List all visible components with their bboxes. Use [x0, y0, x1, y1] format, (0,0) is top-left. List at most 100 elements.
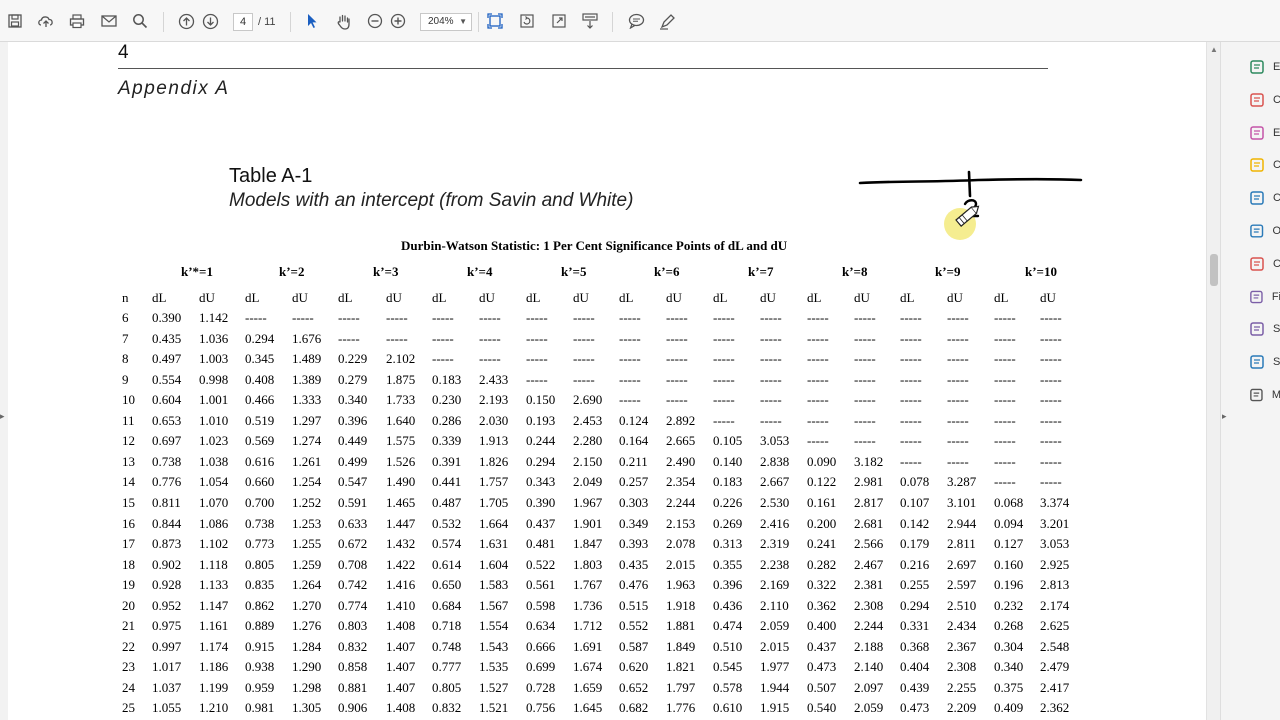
scroll-up-icon[interactable]: ▲ [1210, 45, 1218, 54]
table-cell: 2.981 [854, 474, 884, 490]
select-cursor-icon[interactable] [302, 11, 322, 31]
tool-label: C [1273, 257, 1280, 270]
table-cell: 0.881 [338, 679, 368, 695]
table-cell: 1.010 [199, 412, 229, 428]
tool-item[interactable]: M [1249, 384, 1280, 406]
save-icon[interactable] [5, 11, 25, 31]
tool-item[interactable]: E [1249, 56, 1280, 78]
next-page-icon[interactable] [200, 11, 220, 31]
table-cell: ----- [1040, 371, 1062, 387]
table-cell: 0.269 [713, 515, 743, 531]
tool-item[interactable]: C [1249, 253, 1280, 275]
tool-item[interactable]: O [1249, 220, 1280, 242]
vertical-scrollbar[interactable]: ▲ [1206, 42, 1221, 720]
table-cell: 0.286 [432, 412, 462, 428]
handwritten-annotation [858, 170, 1083, 240]
table-cell: ----- [994, 392, 1016, 408]
table-cell: 2.030 [479, 412, 509, 428]
table-cell: 0.604 [152, 392, 182, 408]
table-cell: ----- [807, 371, 829, 387]
table-cell: 1.797 [666, 679, 696, 695]
column-header: dU [199, 290, 215, 305]
table-cell: 2.319 [760, 536, 790, 552]
table-cell: ----- [1040, 433, 1062, 449]
k-header: k’=9 [935, 264, 961, 279]
send-for-signature-icon [1250, 322, 1264, 337]
table-cell: ----- [1040, 330, 1062, 346]
table-cell: ----- [1040, 453, 1062, 469]
table-cell: ----- [900, 453, 922, 469]
comment-icon[interactable] [626, 11, 646, 31]
table-cell: ----- [947, 392, 969, 408]
scrollbar-thumb[interactable] [1210, 254, 1218, 286]
full-screen-icon[interactable] [549, 11, 569, 31]
table-cell: 0.569 [245, 433, 275, 449]
edit-pdf-icon [1250, 125, 1264, 140]
table-cell: 2.049 [573, 474, 603, 490]
table-cell: 0.507 [807, 679, 837, 695]
table-cell: 2.059 [854, 700, 884, 716]
table-cell: 0.437 [807, 638, 837, 654]
table-cell: ----- [760, 310, 782, 325]
search-icon[interactable] [130, 11, 150, 31]
rotate-page-icon[interactable] [517, 11, 537, 31]
table-cell: 1.253 [292, 515, 322, 531]
zoom-level-select[interactable]: 204% ▼ [420, 13, 472, 31]
fit-page-icon[interactable] [485, 11, 505, 31]
previous-page-icon[interactable] [176, 11, 196, 31]
table-cell: 1.645 [573, 700, 603, 716]
zoom-out-icon[interactable] [365, 11, 385, 31]
table-cell: ----- [807, 412, 829, 428]
tool-item[interactable]: E [1249, 122, 1280, 144]
row-n: 23 [122, 659, 135, 675]
table-cell: 1.489 [292, 351, 322, 367]
expand-left-panel-icon[interactable]: ▸ [0, 411, 5, 422]
table-cell: 1.659 [573, 679, 603, 695]
zoom-in-icon[interactable] [388, 11, 408, 31]
table-cell: ----- [386, 310, 408, 325]
row-n: 18 [122, 556, 135, 572]
toolbar-separator [163, 12, 164, 32]
row-n: 13 [122, 453, 135, 469]
organize-pages-icon [1250, 224, 1264, 238]
table-cell: ----- [760, 371, 782, 387]
tool-item[interactable]: S [1249, 318, 1280, 340]
table-cell: 2.102 [386, 351, 416, 367]
table-cell: 0.561 [526, 577, 556, 593]
column-header: dL [900, 290, 915, 305]
tool-item[interactable]: C [1249, 154, 1280, 176]
table-cell: 0.331 [900, 618, 930, 634]
table-cell: 0.858 [338, 659, 368, 675]
tool-item[interactable]: Fi [1249, 286, 1280, 308]
tool-item[interactable]: C [1249, 89, 1280, 111]
table-cell: ----- [807, 310, 829, 325]
table-cell: ----- [432, 330, 454, 346]
email-icon[interactable] [99, 11, 119, 31]
tool-item[interactable]: C [1249, 187, 1280, 209]
table-cell: 1.023 [199, 433, 229, 449]
table-cell: 0.811 [152, 494, 181, 510]
table-cell: ----- [292, 310, 314, 325]
tool-item[interactable]: S [1249, 351, 1280, 373]
table-cell: 1.038 [199, 453, 229, 469]
table-cell: 0.499 [338, 453, 368, 469]
table-cell: 2.140 [854, 659, 884, 675]
upload-cloud-icon[interactable] [36, 11, 56, 31]
tool-label: E [1273, 126, 1280, 139]
collapse-right-pane-icon[interactable]: ▸ [1222, 411, 1227, 422]
print-icon[interactable] [67, 11, 87, 31]
table-cell: 0.540 [807, 700, 837, 716]
table-cell: 0.362 [807, 597, 837, 613]
table-cell: 0.620 [619, 659, 649, 675]
tool-label: O [1272, 225, 1280, 237]
table-cell: 0.587 [619, 638, 649, 654]
hand-tool-icon[interactable] [334, 11, 354, 31]
page-number-input[interactable]: 4 [233, 13, 253, 31]
table-cell: 2.813 [1040, 577, 1070, 593]
highlight-pen-icon[interactable] [657, 11, 677, 31]
column-header: dU [292, 290, 308, 305]
table-cell: 1.416 [386, 577, 416, 593]
table-cell: 1.676 [292, 330, 322, 346]
k-header: k’=3 [373, 264, 399, 279]
scroll-mode-icon[interactable] [580, 11, 600, 31]
